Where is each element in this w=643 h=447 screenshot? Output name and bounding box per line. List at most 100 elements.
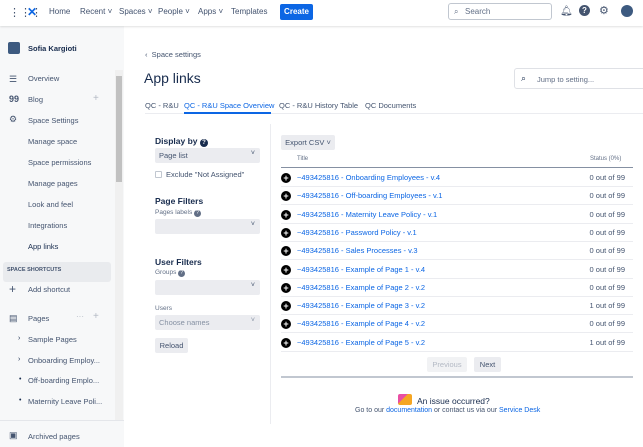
nav-recent[interactable]: Recent ˅ [80, 7, 112, 16]
select-placeholder: Choose names [159, 318, 210, 327]
bullet-icon: • [19, 376, 22, 383]
reload-button[interactable]: Reload [155, 338, 188, 353]
service-desk-link[interactable]: Service Desk [499, 407, 540, 414]
nav-label: People [158, 7, 183, 16]
tab-qc-ru[interactable]: QC - R&U [145, 101, 179, 110]
shortcuts-heading: SPACE SHORTCUTS [7, 267, 62, 273]
sidebar-item-look-and-feel[interactable]: Look and feel [28, 200, 73, 209]
page-link[interactable]: ~493425816 - Off-boarding Employees - v.… [297, 191, 442, 200]
page-filters-heading: Page Filters [155, 196, 204, 206]
table-row: + ~493425816 - Sales Processes - v.3 0 out… [281, 242, 633, 261]
create-button[interactable]: Create [280, 4, 313, 20]
expand-plus-icon[interactable]: + [281, 319, 291, 330]
settings-gear-icon[interactable]: ⚙ [599, 4, 609, 17]
page-link[interactable]: ~493425816 - Example of Page 2 - v.2 [297, 283, 425, 292]
sidebar-item-manage-space[interactable]: Manage space [28, 137, 77, 146]
expand-plus-icon[interactable]: + [281, 209, 291, 220]
nav-people[interactable]: People ˅ [158, 7, 190, 16]
display-by-label: Display by ? [155, 136, 208, 147]
status-value: 0 out of 99 [589, 191, 625, 201]
page-tree-item[interactable]: Off-boarding Emplo... [28, 376, 99, 385]
archived-pages-link[interactable]: Archived pages [28, 432, 80, 441]
pages-labels-label: Pages labels ? [155, 209, 202, 217]
nav-templates[interactable]: Templates [231, 7, 267, 16]
add-shortcut[interactable]: Add shortcut [28, 285, 70, 294]
scrollbar-thumb[interactable] [116, 76, 122, 182]
nav-spaces[interactable]: Spaces ˅ [119, 7, 153, 16]
sidebar-item-overview[interactable]: Overview [28, 74, 59, 83]
help-icon[interactable]: ? [579, 5, 590, 16]
help-icon[interactable]: ? [194, 210, 202, 217]
documentation-link[interactable]: documentation [386, 407, 432, 414]
sidebar-item-space-permissions[interactable]: Space permissions [28, 158, 91, 167]
top-nav: ⋮⋮⋮ ✕ Home Recent ˅ Spaces ˅ People ˅ Ap… [0, 0, 643, 26]
expand-plus-icon[interactable]: + [281, 246, 291, 257]
users-select[interactable]: Choose names ˅ [155, 315, 260, 330]
issue-text-1: Go to our [355, 407, 385, 414]
expand-plus-icon[interactable]: + [281, 301, 291, 312]
pages-labels-select[interactable]: ˅ [155, 219, 260, 234]
page-tree-item[interactable]: Maternity Leave Poli... [28, 397, 102, 406]
status-value: 0 out of 99 [589, 264, 625, 274]
page-link[interactable]: ~493425816 - Example of Page 1 - v.4 [297, 265, 425, 274]
table-row: + ~493425816 - Maternity Leave Policy - v… [281, 206, 633, 224]
nav-label: Recent [80, 7, 106, 16]
sidebar-user-name[interactable]: Sofia Kargioti [28, 44, 77, 53]
expand-chevron-icon[interactable]: › [18, 335, 20, 342]
page-link[interactable]: ~493425816 - Example of Page 3 - v.2 [297, 301, 425, 310]
sidebar-item-integrations[interactable]: Integrations [28, 221, 67, 230]
help-icon[interactable]: ? [199, 139, 208, 147]
search-input[interactable]: ⌕ Search [448, 3, 552, 20]
jump-to-setting-input[interactable]: ⌕ Jump to setting... [514, 68, 643, 89]
tab-qc-ru-space-overview[interactable]: QC - R&U Space Overview [184, 101, 274, 110]
page-tree-item[interactable]: Onboarding Employ... [28, 356, 100, 365]
sidebar-item-blog[interactable]: Blog [28, 95, 43, 104]
export-csv-button[interactable]: Export CSV ˅ [281, 135, 335, 150]
pages-labels-text: Pages labels [155, 209, 193, 216]
exclude-label: Exclude "Not Assigned" [166, 170, 245, 179]
sidebar-item-manage-pages[interactable]: Manage pages [28, 179, 78, 188]
nav-home[interactable]: Home [49, 7, 70, 16]
expand-plus-icon[interactable]: + [281, 191, 291, 202]
page-link[interactable]: ~493425816 - Sales Processes - v.3 [297, 246, 418, 255]
avatar[interactable] [621, 5, 633, 17]
expand-plus-icon[interactable]: + [281, 227, 291, 238]
page-link[interactable]: ~493425816 - Maternity Leave Policy - v.… [297, 210, 437, 219]
sidebar-item-pages[interactable]: Pages [28, 314, 49, 323]
page-link[interactable]: ~493425816 - Example of Page 5 - v.2 [297, 338, 425, 347]
page-link[interactable]: ~493425816 - Onboarding Employees - v.4 [297, 173, 440, 182]
sidebar-item-space-settings[interactable]: Space Settings [28, 116, 78, 125]
breadcrumb[interactable]: ‹ Space settings [145, 50, 201, 59]
column-divider [270, 124, 271, 424]
nav-apps[interactable]: Apps ˅ [198, 7, 223, 16]
expand-plus-icon[interactable]: + [281, 173, 291, 183]
select-value: Page list [159, 151, 188, 160]
search-icon: ⌕ [454, 7, 459, 16]
tab-qc-ru-history-table[interactable]: QC - R&U History Table [279, 101, 358, 110]
sidebar-item-app-links[interactable]: App links [28, 242, 58, 251]
expand-chevron-icon[interactable]: › [18, 356, 20, 363]
exclude-checkbox[interactable] [155, 171, 162, 178]
column-header-title[interactable]: Title [297, 156, 308, 162]
archive-icon: ▣ [9, 430, 18, 440]
search-icon: ⌕ [521, 73, 527, 83]
expand-plus-icon[interactable]: + [281, 264, 291, 275]
notifications-icon[interactable]: 🔔︎ [560, 6, 573, 17]
help-icon[interactable]: ? [178, 270, 186, 277]
status-value: 0 out of 99 [589, 282, 625, 292]
expand-plus-icon[interactable]: + [281, 337, 291, 348]
page-link[interactable]: ~493425816 - Password Policy - v.1 [297, 228, 417, 237]
display-by-select[interactable]: Page list ˅ [155, 148, 260, 163]
page-link[interactable]: ~493425816 - Example of Page 4 - v.2 [297, 319, 425, 328]
confluence-logo-icon[interactable]: ✕ [27, 5, 37, 19]
groups-select[interactable]: ˅ [155, 280, 260, 295]
next-button[interactable]: Next [474, 357, 501, 372]
page-tree-item[interactable]: Sample Pages [28, 335, 77, 344]
column-header-status[interactable]: Status (0%) [590, 156, 621, 162]
expand-plus-icon[interactable]: + [281, 282, 291, 293]
add-blog-icon[interactable]: + [93, 93, 99, 104]
previous-button[interactable]: Previous [427, 357, 467, 372]
more-icon[interactable]: ··· [76, 312, 84, 321]
add-page-icon[interactable]: + [93, 311, 99, 322]
tab-qc-documents[interactable]: QC Documents [365, 101, 416, 110]
